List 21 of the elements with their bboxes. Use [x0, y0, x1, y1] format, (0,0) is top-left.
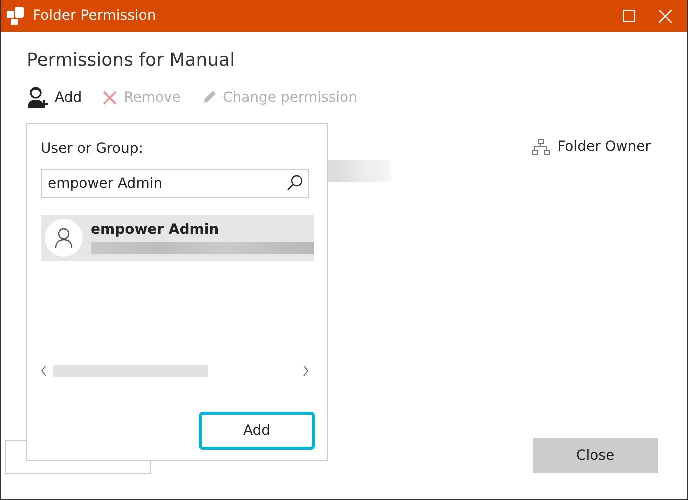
chevron-left-icon[interactable] [41, 366, 47, 376]
chevron-right-icon[interactable] [303, 366, 309, 376]
user-name: empower Admin [91, 222, 220, 238]
toolbar-button[interactable]: Add [27, 87, 82, 109]
search-icon[interactable] [287, 175, 303, 191]
dialog-heading: Permissions for Manual [27, 50, 236, 71]
close-icon [102, 90, 118, 106]
app-logo-icon [7, 7, 25, 25]
close-icon[interactable] [658, 10, 672, 22]
search-field[interactable]: empower Admin [41, 169, 309, 198]
window-title: Folder Permission [33, 8, 156, 24]
scrollbar-thumb[interactable] [53, 365, 208, 377]
hierarchy-icon [532, 139, 550, 155]
user-icon [55, 228, 73, 248]
field-label: User or Group: [41, 141, 144, 157]
add-button[interactable]: Add [199, 412, 315, 450]
add-user-icon [27, 87, 49, 109]
maximize-icon[interactable] [623, 10, 635, 22]
result-item[interactable]: empower Admin [41, 215, 314, 261]
close-button[interactable]: Close [533, 438, 658, 473]
owner-text: Folder Owner [558, 139, 651, 155]
